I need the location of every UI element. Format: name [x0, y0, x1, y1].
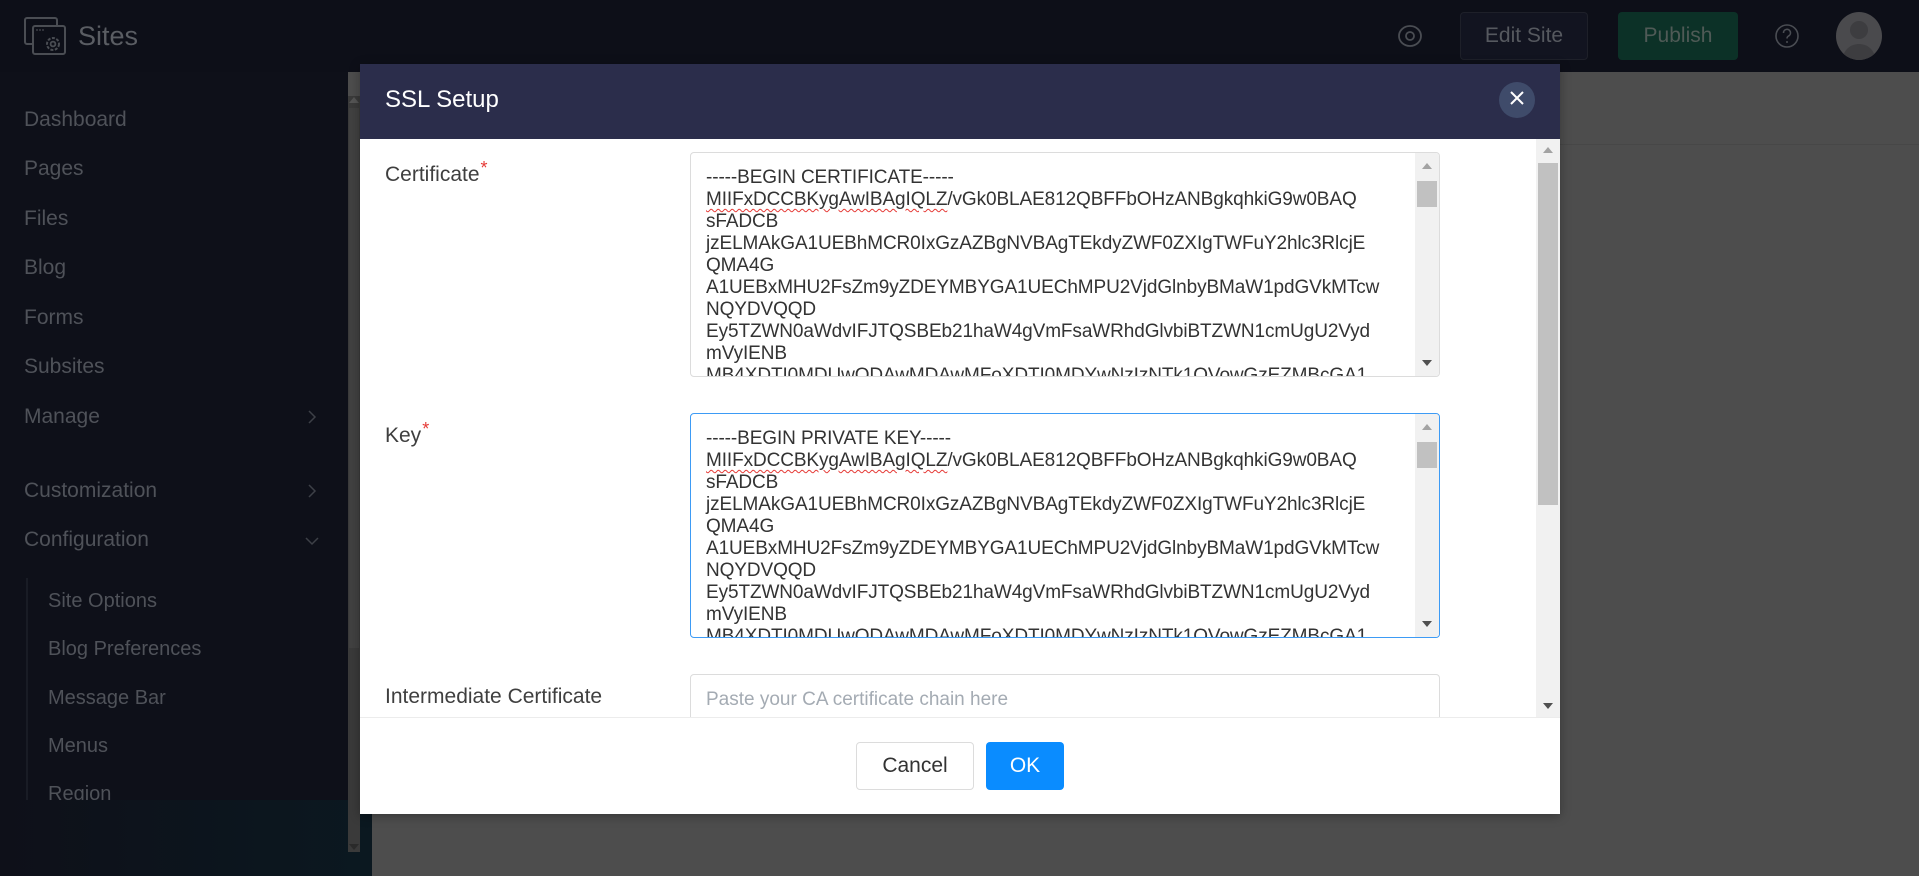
spellcheck-underline: MIIFxDCCBKygAwIBAgIQLZ [706, 450, 948, 471]
sidebar-item-label: Forms [24, 306, 84, 329]
scroll-up-arrow-icon[interactable] [1422, 424, 1432, 430]
sidebar-item-pages[interactable]: Pages [24, 154, 324, 184]
scroll-down-arrow-icon[interactable] [1422, 621, 1432, 627]
user-avatar[interactable] [1836, 12, 1882, 60]
intermediate-certificate-textarea[interactable]: Paste your CA certificate chain here [690, 674, 1440, 717]
certificate-textarea[interactable]: -----BEGIN CERTIFICATE----- MIIFxDCCBKygA… [690, 152, 1440, 377]
sidebar-item-forms[interactable]: Forms [24, 303, 324, 333]
key-scrollbar[interactable] [1415, 414, 1439, 637]
eye-icon[interactable] [1397, 24, 1423, 48]
question-circle-icon[interactable] [1774, 23, 1800, 49]
certificate-scrollbar[interactable] [1415, 153, 1439, 376]
sidebar: Dashboard Pages Files Blog Forms Subsite… [0, 72, 348, 876]
sidebar-footer [0, 800, 372, 876]
certificate-text: -----BEGIN CERTIFICATE----- MIIFxDCCBKygA… [706, 167, 1406, 377]
cancel-button[interactable]: Cancel [856, 742, 974, 790]
scroll-down-arrow-icon[interactable] [1543, 703, 1553, 709]
text-line: MB4XDTI0MDUwODAwMDAwMFoXDTI0MDYwNzIzNTk1… [706, 626, 1368, 638]
text-line: MIIFxDCCBKygAwIBAgIQLZ/vGk0BLAE812QBFFbO… [706, 450, 1357, 471]
background-divider [1560, 144, 1919, 145]
sidebar-item-label: Customization [24, 479, 158, 502]
required-mark: * [480, 158, 488, 178]
dialog-footer: Cancel OK [360, 717, 1560, 814]
sidebar-item-files[interactable]: Files [24, 204, 324, 234]
text-line: sFADCB [706, 472, 779, 493]
text-line: mVyIENB [706, 343, 787, 364]
intermediate-certificate-label: Intermediate Certificate [385, 685, 603, 708]
sidebar-item-label: Blog [24, 256, 67, 279]
text-line: NQYDVQQD [706, 560, 817, 581]
key-textarea[interactable]: -----BEGIN PRIVATE KEY----- MIIFxDCCBKygA… [690, 413, 1440, 638]
edit-site-button[interactable]: Edit Site [1460, 12, 1588, 60]
scroll-down-arrow-icon[interactable] [1422, 360, 1432, 366]
required-mark: * [422, 419, 430, 439]
key-text: -----BEGIN PRIVATE KEY----- MIIFxDCCBKygA… [706, 428, 1406, 638]
sidebar-item-label: Files [24, 207, 69, 230]
sidebar-item-dashboard[interactable]: Dashboard [24, 105, 324, 135]
sidebar-subitem-blog-preferences[interactable]: Blog Preferences [48, 634, 201, 664]
scroll-up-arrow-icon[interactable] [1543, 147, 1553, 153]
text-line: QMA4G [706, 255, 775, 276]
dialog-body: Certificate* -----BEGIN CERTIFICATE-----… [360, 139, 1560, 717]
app-title: Sites [78, 20, 139, 51]
scroll-up-arrow-icon[interactable] [1422, 163, 1432, 169]
scrollbar-thumb[interactable] [349, 108, 359, 648]
scrollbar-thumb[interactable] [1417, 442, 1437, 468]
certificate-label: Certificate* [385, 158, 488, 187]
sidebar-scrollbar[interactable] [348, 96, 360, 852]
key-label: Key* [385, 419, 429, 448]
text-line: -----BEGIN PRIVATE KEY----- [706, 428, 952, 449]
sidebar-subitem-message-bar[interactable]: Message Bar [48, 683, 166, 713]
text-line: Ey5TZWN0aWdvIFJTQSBEb21haW4gVmFsaWRhdGlv… [706, 582, 1371, 603]
publish-button[interactable]: Publish [1618, 12, 1738, 60]
chevron-right-icon [300, 402, 324, 432]
sidebar-item-manage[interactable]: Manage [24, 402, 324, 432]
text-line: Ey5TZWN0aWdvIFJTQSBEb21haW4gVmFsaWRhdGlv… [706, 321, 1371, 342]
text-line: NQYDVQQD [706, 299, 817, 320]
sidebar-subitem-menus[interactable]: Menus [48, 731, 108, 761]
text-line: jzELMAkGA1UEBhMCR0IxGzAZBgNVBAgTEkdyZWF0… [706, 233, 1366, 254]
ssl-setup-dialog: SSL Setup Certificate* -----BEGIN CERTIF… [360, 64, 1560, 814]
sidebar-item-label: Dashboard [24, 108, 127, 131]
sidebar-item-label: Configuration [24, 528, 149, 551]
sidebar-item-blog[interactable]: Blog [24, 253, 324, 283]
text-line: MB4XDTI0MDUwODAwMDAwMFoXDTI0MDYwNzIzNTk1… [706, 365, 1368, 377]
scrollbar-thumb[interactable] [1417, 181, 1437, 207]
scrollbar-thumb[interactable] [1538, 163, 1558, 505]
text-line: QMA4G [706, 516, 775, 537]
dialog-scrollbar[interactable] [1536, 139, 1560, 717]
top-bar: Sites Edit Site Publish [0, 0, 1919, 72]
text-line: sFADCB [706, 211, 779, 232]
chevron-right-icon [300, 476, 324, 506]
text-line: A1UEBxMHU2FsZm9yZDEYMBYGA1UEChMPU2VjdGln… [706, 538, 1380, 559]
intermediate-certificate-placeholder: Paste your CA certificate chain here [706, 689, 1009, 710]
scroll-down-arrow-icon[interactable] [349, 844, 359, 850]
ok-button[interactable]: OK [986, 742, 1064, 790]
sidebar-item-configuration[interactable]: Configuration [24, 525, 324, 555]
sidebar-item-label: Subsites [24, 355, 105, 378]
text-line: A1UEBxMHU2FsZm9yZDEYMBYGA1UEChMPU2VjdGln… [706, 277, 1380, 298]
text-line: jzELMAkGA1UEBhMCR0IxGzAZBgNVBAgTEkdyZWF0… [706, 494, 1366, 515]
sidebar-item-customization[interactable]: Customization [24, 476, 324, 506]
sidebar-item-label: Manage [24, 405, 100, 428]
sites-app-icon [24, 16, 68, 56]
spellcheck-underline: MIIFxDCCBKygAwIBAgIQLZ [706, 189, 948, 210]
close-icon [1509, 90, 1525, 111]
sidebar-item-subsites[interactable]: Subsites [24, 352, 324, 382]
sidebar-item-label: Pages [24, 157, 84, 180]
chevron-down-icon [300, 525, 324, 555]
text-line: -----BEGIN CERTIFICATE----- [706, 167, 954, 188]
dialog-header: SSL Setup [360, 64, 1560, 139]
scroll-up-arrow-icon[interactable] [349, 97, 359, 103]
close-button[interactable] [1499, 82, 1535, 118]
brand[interactable]: Sites [24, 16, 138, 56]
dialog-title: SSL Setup [385, 86, 499, 113]
certificate-label-text: Certificate [385, 163, 480, 186]
text-line: MIIFxDCCBKygAwIBAgIQLZ/vGk0BLAE812QBFFbO… [706, 189, 1357, 210]
sidebar-subitem-site-options[interactable]: Site Options [48, 586, 157, 616]
text-line: mVyIENB [706, 604, 787, 625]
key-label-text: Key [385, 424, 422, 447]
